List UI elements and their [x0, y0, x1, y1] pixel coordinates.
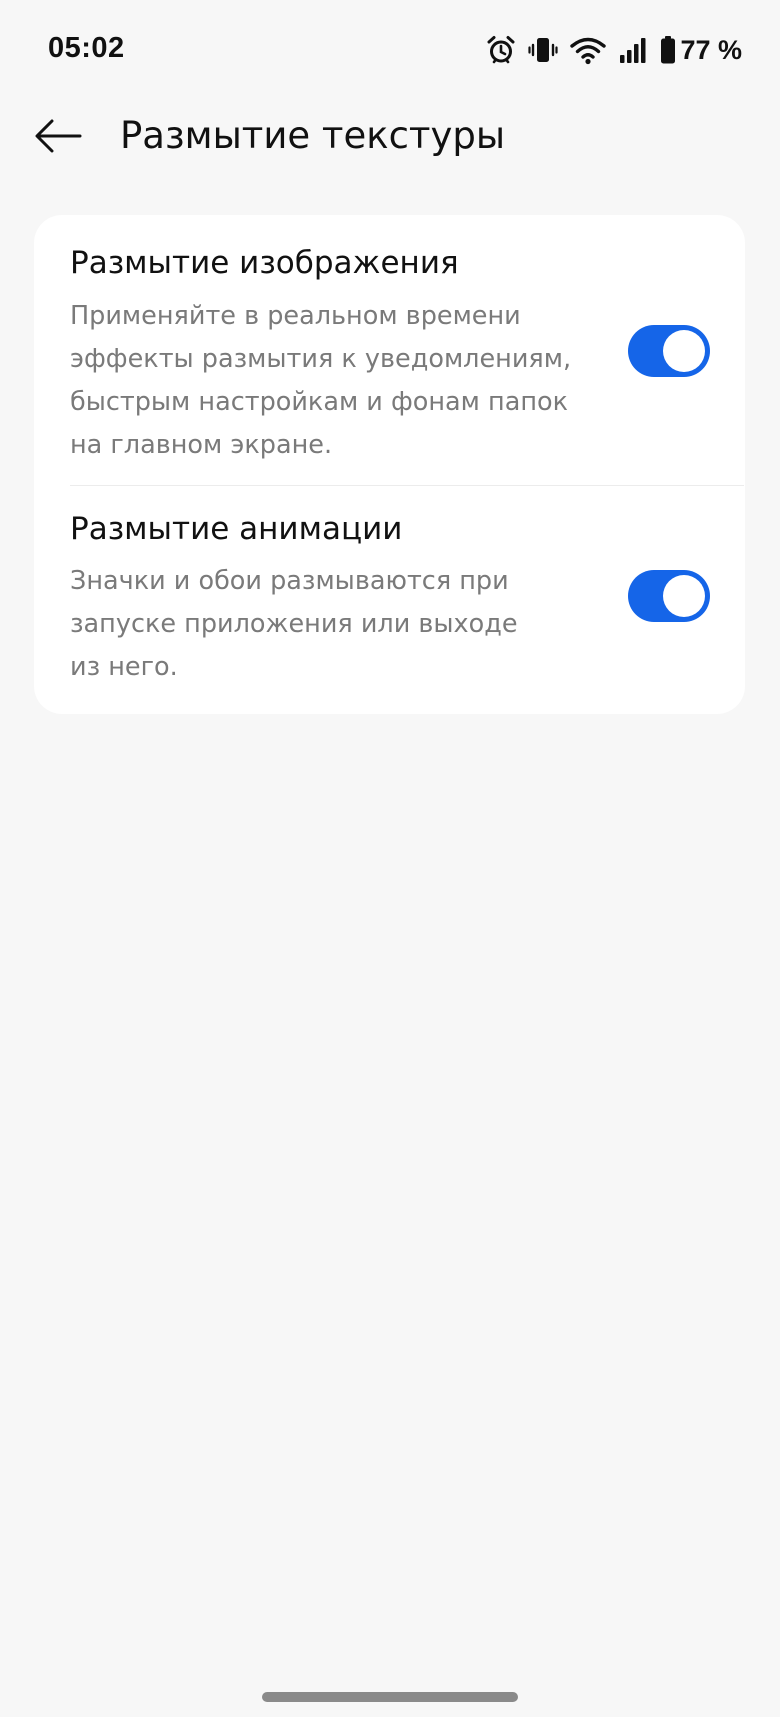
image-blur-toggle[interactable]: [628, 325, 710, 377]
status-icons: 77 %: [474, 32, 742, 68]
setting-title: Размытие изображения: [70, 245, 459, 281]
battery-percent: 77 %: [680, 34, 742, 65]
status-time: 05:02: [48, 32, 125, 64]
status-bar: 05:02 77 %: [0, 0, 780, 100]
setting-description: Значки и обои размываются при запуске пр…: [70, 560, 590, 689]
toggle-knob: [663, 575, 705, 617]
setting-description: Применяйте в реальном времени эффекты ра…: [70, 295, 590, 467]
alarm-icon: [486, 35, 516, 65]
description-line: Значки и обои размываются при: [70, 566, 509, 596]
signal-icon: [618, 35, 648, 65]
description-line: быстрым настройкам и фонам папок: [70, 387, 568, 417]
back-button[interactable]: [30, 112, 86, 160]
setting-image-blur[interactable]: Размытие изображения Применяйте в реальн…: [34, 215, 745, 485]
description-line: Применяйте в реальном времени: [70, 301, 521, 331]
app-bar: Размытие текстуры: [0, 100, 780, 172]
arrow-left-icon: [35, 119, 82, 153]
home-indicator[interactable]: [262, 1692, 518, 1702]
setting-animation-blur[interactable]: Размытие анимации Значки и обои размываю…: [34, 486, 745, 714]
page-title: Размытие текстуры: [120, 114, 506, 157]
vibrate-icon: [528, 35, 559, 65]
setting-title: Размытие анимации: [70, 511, 403, 547]
battery-icon: [660, 35, 676, 65]
toggle-knob: [663, 330, 705, 372]
wifi-icon: [570, 35, 607, 65]
settings-card: Размытие изображения Применяйте в реальн…: [34, 215, 745, 714]
description-line: из него.: [70, 652, 178, 682]
description-line: эффекты размытия к уведомлениям,: [70, 344, 572, 374]
description-line: на главном экране.: [70, 430, 333, 460]
description-line: запуске приложения или выходе: [70, 609, 518, 639]
animation-blur-toggle[interactable]: [628, 570, 710, 622]
